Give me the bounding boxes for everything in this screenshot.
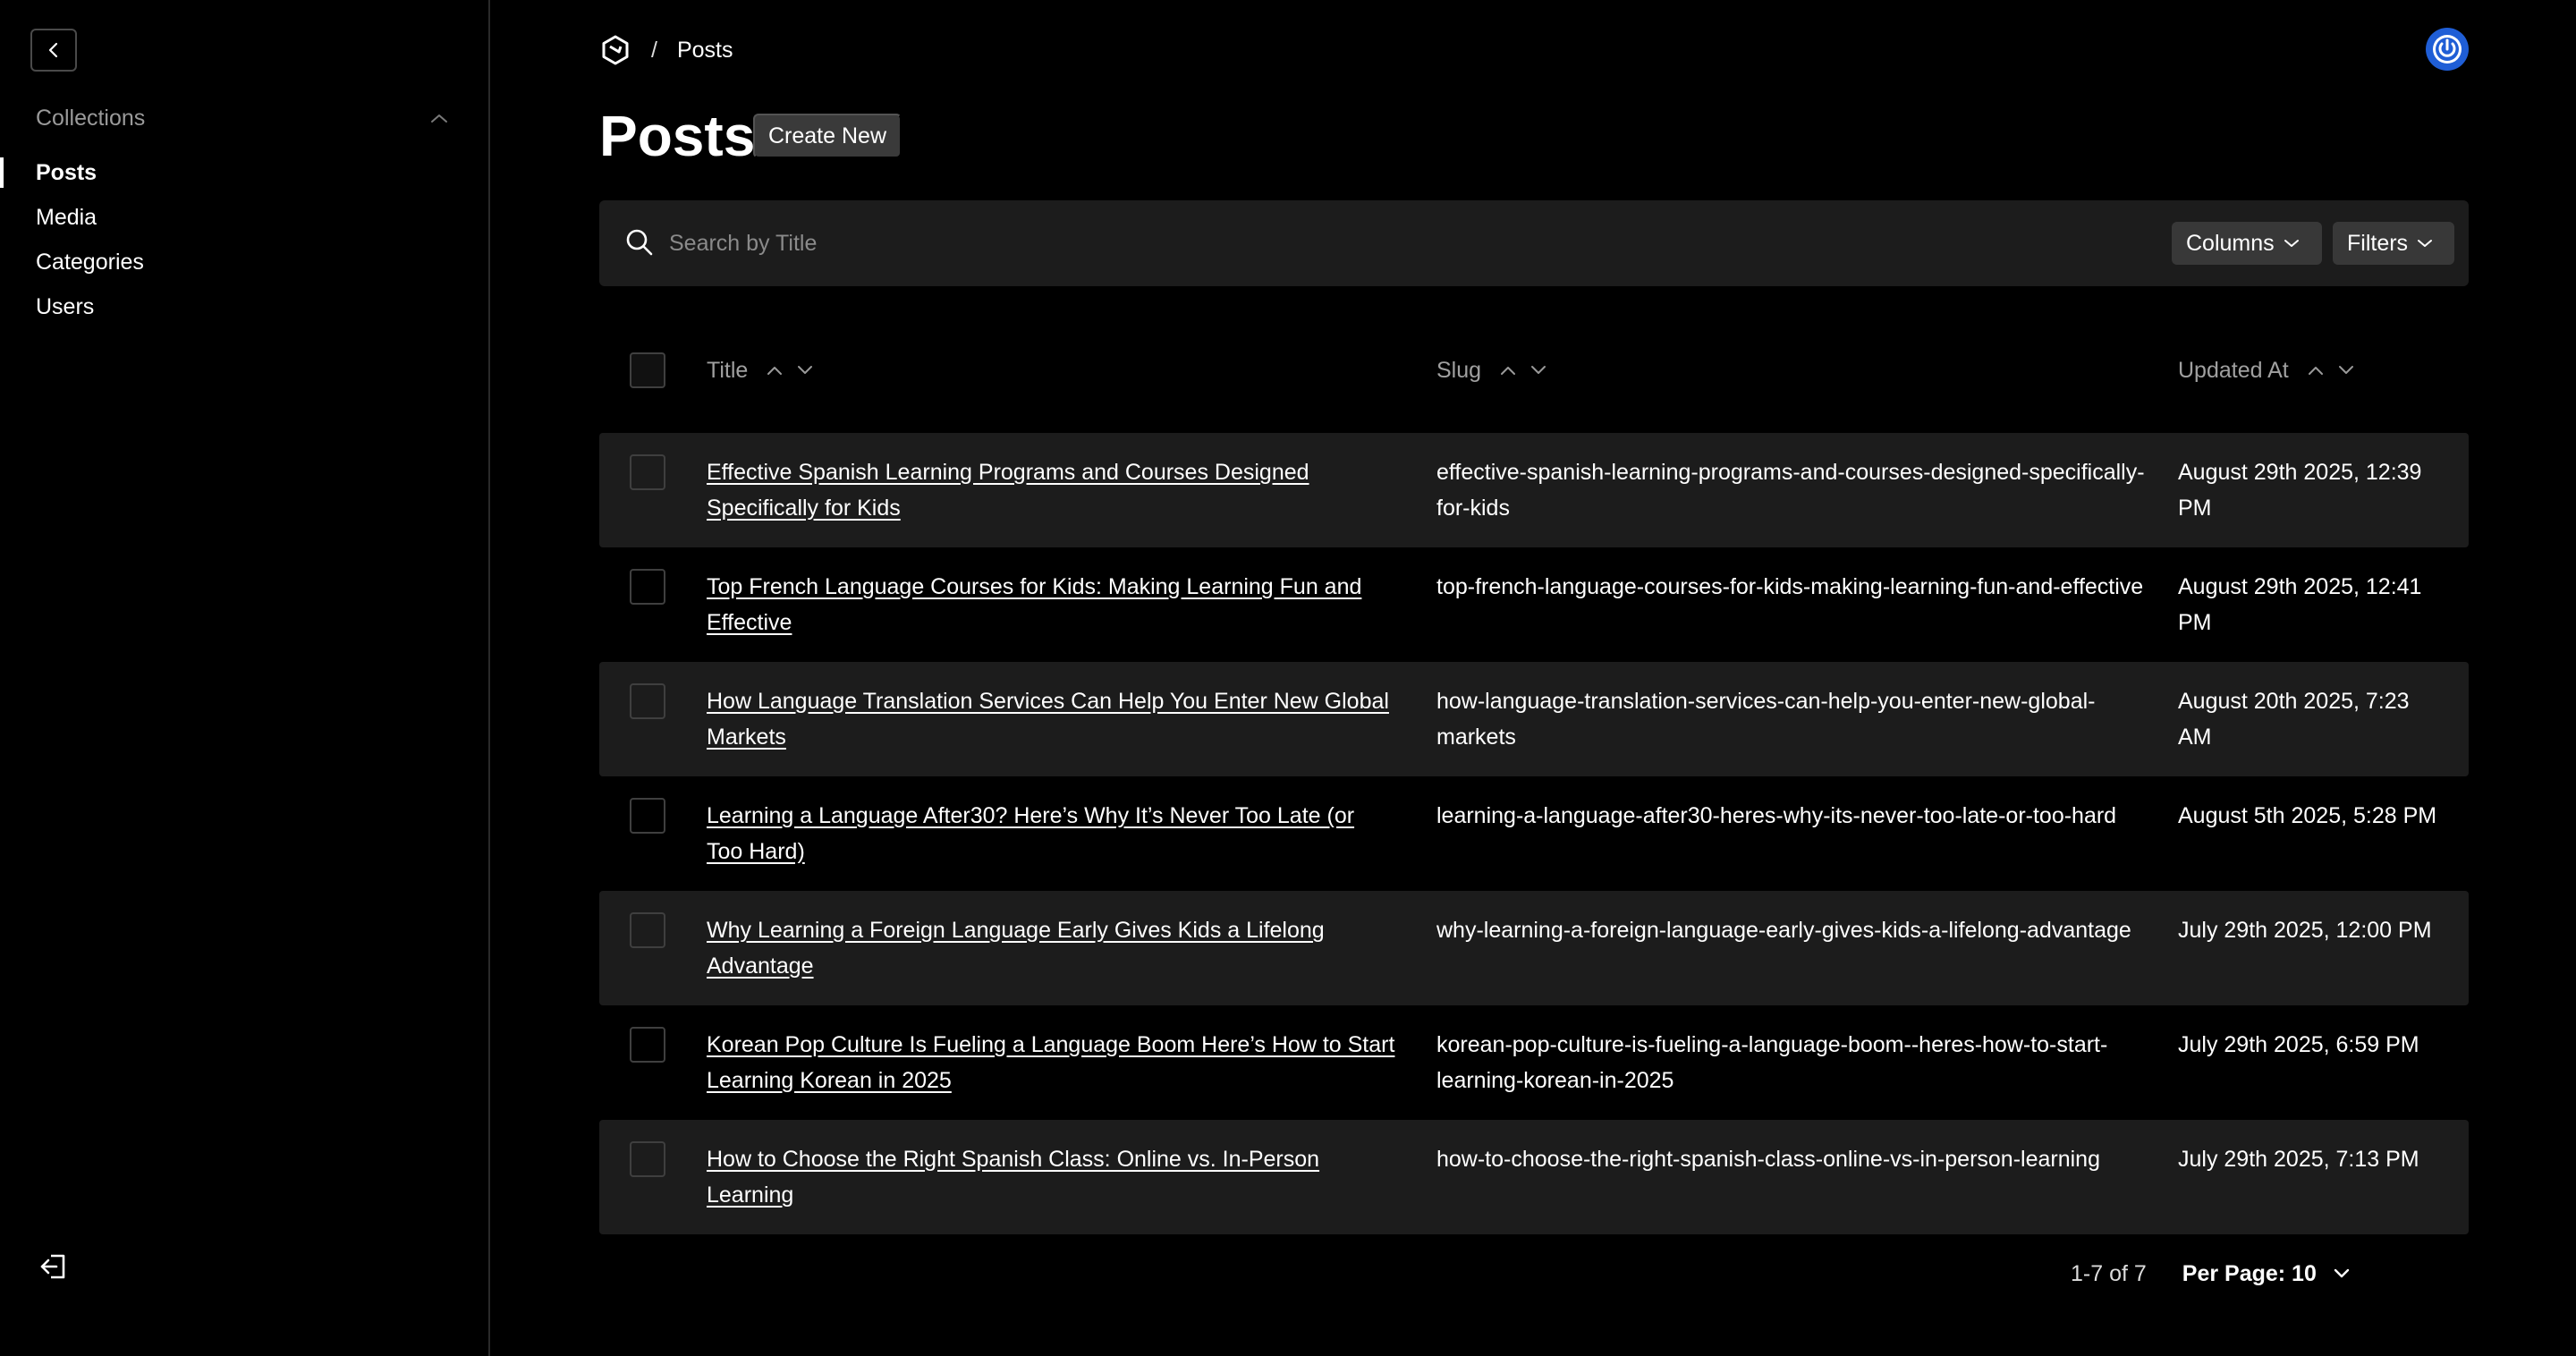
row-checkbox[interactable]	[630, 912, 665, 948]
breadcrumb: / Posts	[599, 32, 733, 68]
chevron-down-icon	[2284, 240, 2299, 247]
filters-button[interactable]: Filters	[2333, 222, 2454, 265]
collapse-sidebar-button[interactable]	[30, 29, 77, 72]
columns-button[interactable]: Columns	[2172, 222, 2322, 265]
power-icon	[2433, 35, 2462, 64]
per-page-select[interactable]: Per Page: 10	[2182, 1261, 2351, 1287]
search-icon	[626, 229, 653, 256]
sidebar-item-label: Media	[36, 204, 97, 230]
chevron-down-icon	[2418, 240, 2433, 247]
post-slug: top-french-language-courses-for-kids-mak…	[1436, 574, 2144, 599]
sort-descending-icon[interactable]	[1530, 365, 1547, 376]
nav-group-label: Collections	[36, 105, 146, 131]
row-checkbox[interactable]	[630, 454, 665, 490]
create-new-button[interactable]: Create New	[753, 114, 902, 158]
post-updated-at: July 29th 2025, 6:59 PM	[2178, 1032, 2419, 1057]
sidebar-item-media[interactable]: Media	[0, 195, 488, 240]
post-updated-at: August 5th 2025, 5:28 PM	[2178, 803, 2437, 828]
search-input[interactable]	[669, 222, 1832, 265]
table-row: Why Learning a Foreign Language Early Gi…	[599, 891, 2469, 1005]
table-row: Effective Spanish Learning Programs and …	[599, 433, 2469, 547]
post-slug: learning-a-language-after30-heres-why-it…	[1436, 803, 2117, 828]
table-row: Learning a Language After30? Here’s Why …	[599, 776, 2469, 891]
table-body: Effective Spanish Learning Programs and …	[599, 433, 2469, 1234]
search-bar: Columns Filters	[599, 200, 2469, 286]
chevron-down-icon	[2334, 1268, 2350, 1278]
row-checkbox[interactable]	[630, 798, 665, 834]
breadcrumb-separator: /	[651, 37, 657, 63]
post-title-link[interactable]: Learning a Language After30? Here’s Why …	[707, 798, 1395, 869]
page-range: 1-7 of 7	[2071, 1260, 2147, 1286]
post-updated-at: August 29th 2025, 12:41 PM	[2178, 574, 2422, 635]
post-slug: how-language-translation-services-can-he…	[1436, 689, 2096, 750]
column-header-title: Title	[707, 340, 814, 401]
column-header-label: Title	[707, 357, 749, 383]
logo-icon[interactable]	[599, 34, 631, 66]
main-content: / Posts Posts Create New Columns Filters	[492, 0, 2576, 1356]
post-updated-at: July 29th 2025, 7:13 PM	[2178, 1147, 2419, 1172]
post-slug: effective-spanish-learning-programs-and-…	[1436, 460, 2145, 521]
post-updated-at: July 29th 2025, 12:00 PM	[2178, 918, 2432, 943]
filters-button-label: Filters	[2347, 230, 2409, 256]
table-row: Korean Pop Culture Is Fueling a Language…	[599, 1005, 2469, 1120]
breadcrumb-current: Posts	[676, 37, 733, 63]
chevron-left-icon	[48, 42, 58, 58]
per-page-label: Per Page: 10	[2182, 1260, 2317, 1286]
sidebar-item-label: Categories	[36, 249, 144, 275]
sidebar-item-categories[interactable]: Categories	[0, 240, 488, 284]
column-header-updated-at: Updated At	[2178, 340, 2355, 401]
row-checkbox[interactable]	[630, 1141, 665, 1177]
sidebar: Collections Posts Media Categories Users	[0, 0, 490, 1356]
sidebar-item-users[interactable]: Users	[0, 284, 488, 329]
row-checkbox[interactable]	[630, 1027, 665, 1063]
post-slug: why-learning-a-foreign-language-early-gi…	[1436, 918, 2131, 943]
post-title-link[interactable]: Why Learning a Foreign Language Early Gi…	[707, 912, 1395, 984]
chevron-up-icon	[431, 114, 447, 123]
post-title-link[interactable]: How Language Translation Services Can He…	[707, 683, 1395, 755]
table-row: How Language Translation Services Can He…	[599, 662, 2469, 776]
posts-table: Title Slug Updated At Effective Spanish …	[599, 340, 2469, 1234]
nav-list: Posts Media Categories Users	[0, 150, 488, 329]
row-checkbox[interactable]	[630, 569, 665, 605]
select-all-checkbox[interactable]	[630, 352, 665, 388]
sort-ascending-icon[interactable]	[1499, 365, 1517, 376]
sidebar-item-label: Posts	[36, 159, 97, 185]
logout-button[interactable]	[36, 1249, 72, 1284]
sidebar-item-label: Users	[36, 293, 95, 319]
columns-button-label: Columns	[2186, 230, 2275, 256]
post-updated-at: August 29th 2025, 12:39 PM	[2178, 460, 2422, 521]
sort-descending-icon[interactable]	[2337, 365, 2355, 376]
post-title-link[interactable]: How to Choose the Right Spanish Class: O…	[707, 1141, 1395, 1213]
account-button[interactable]	[2426, 28, 2469, 71]
post-slug: how-to-choose-the-right-spanish-class-on…	[1436, 1147, 2100, 1172]
post-title-link[interactable]: Top French Language Courses for Kids: Ma…	[707, 569, 1395, 640]
nav-group-collections[interactable]: Collections	[36, 104, 449, 132]
post-title-link[interactable]: Effective Spanish Learning Programs and …	[707, 454, 1395, 526]
column-header-slug: Slug	[1436, 340, 1547, 401]
sort-descending-icon[interactable]	[796, 365, 814, 376]
sidebar-item-posts[interactable]: Posts	[0, 150, 488, 195]
table-row: How to Choose the Right Spanish Class: O…	[599, 1120, 2469, 1234]
sort-ascending-icon[interactable]	[2307, 365, 2325, 376]
post-title-link[interactable]: Korean Pop Culture Is Fueling a Language…	[707, 1027, 1395, 1098]
column-header-label: Updated At	[2178, 357, 2289, 383]
table-row: Top French Language Courses for Kids: Ma…	[599, 547, 2469, 662]
column-header-label: Slug	[1436, 357, 1482, 383]
logout-icon	[40, 1254, 65, 1279]
post-updated-at: August 20th 2025, 7:23 AM	[2178, 689, 2410, 750]
row-checkbox[interactable]	[630, 683, 665, 719]
pagination: 1-7 of 7 Per Page: 10	[2071, 1256, 2351, 1292]
page-title: Posts	[599, 104, 756, 168]
table-header: Title Slug Updated At	[599, 340, 2469, 401]
sort-ascending-icon[interactable]	[766, 365, 784, 376]
post-slug: korean-pop-culture-is-fueling-a-language…	[1436, 1032, 2108, 1093]
